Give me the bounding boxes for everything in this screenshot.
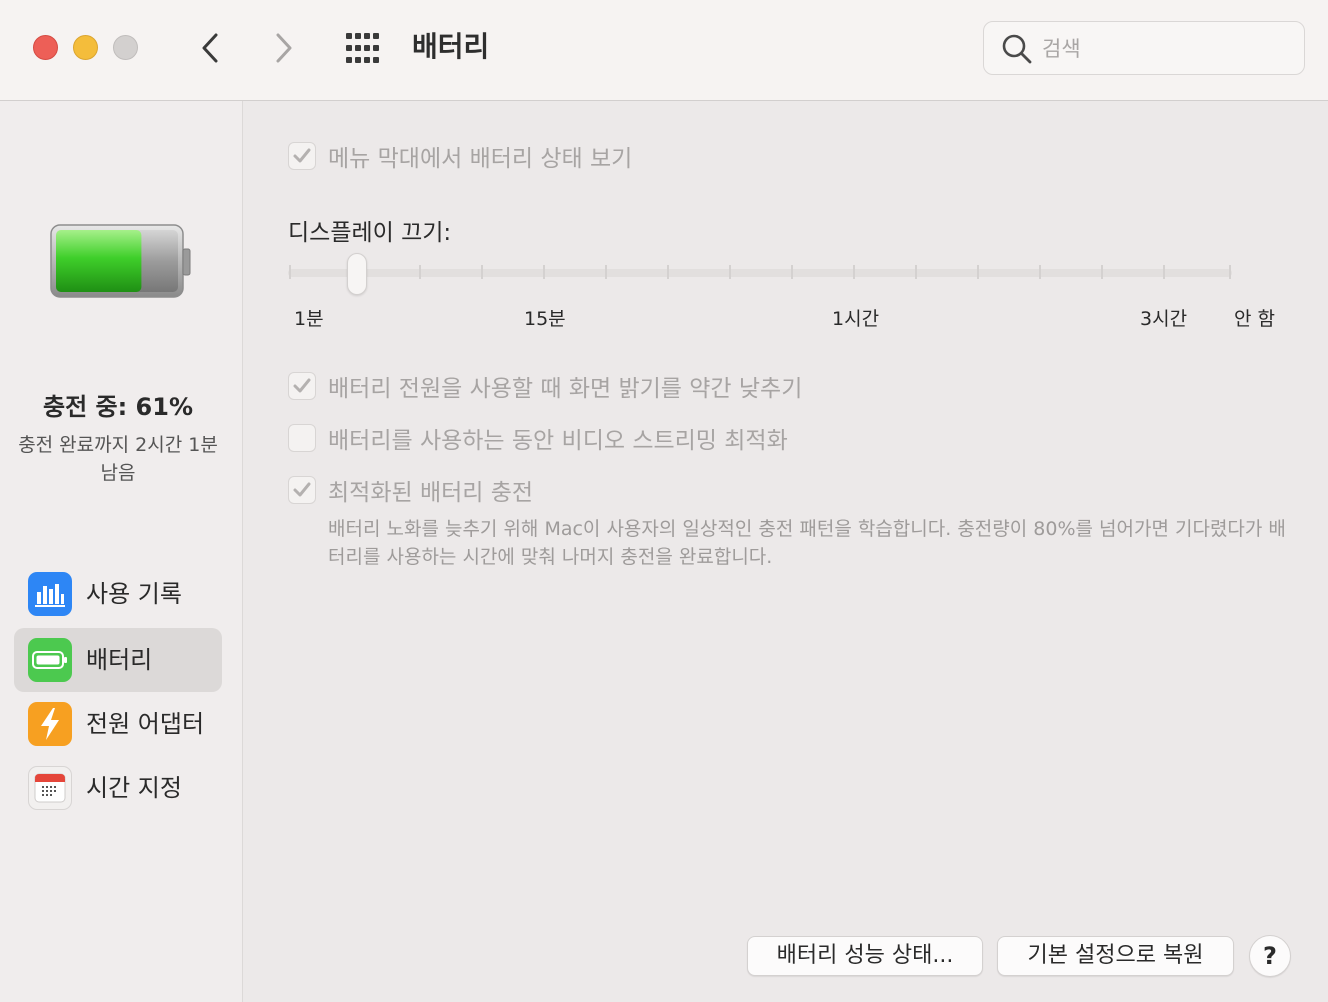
slider-tick bbox=[667, 265, 669, 279]
slider-tick bbox=[853, 265, 855, 279]
optimized-charging-option[interactable]: 최적화된 배터리 충전 bbox=[288, 474, 533, 506]
show-in-menu-bar-label: 메뉴 막대에서 배터리 상태 보기 bbox=[328, 146, 633, 172]
forward-button[interactable] bbox=[266, 28, 302, 68]
dim-display-label: 배터리 전원을 사용할 때 화면 밝기를 약간 낮추기 bbox=[328, 376, 803, 402]
battery-health-button[interactable]: 배터리 성능 상태... bbox=[747, 936, 983, 976]
charge-status: 충전 중: 61% bbox=[43, 393, 193, 421]
display-off-slider-track[interactable] bbox=[288, 269, 1232, 277]
lightning-bolt-icon bbox=[28, 702, 72, 746]
slider-tick bbox=[605, 265, 607, 279]
dim-display-checkbox[interactable] bbox=[288, 372, 316, 400]
sidebar-item-label: 시간 지정 bbox=[86, 774, 182, 802]
sidebar-item-label: 배터리 bbox=[86, 646, 153, 674]
slider-tick bbox=[289, 265, 291, 279]
sidebar-item-label: 사용 기록 bbox=[86, 580, 182, 608]
slider-tick bbox=[729, 265, 731, 279]
slider-label-15min: 15분 bbox=[524, 308, 566, 330]
calendar-icon bbox=[28, 766, 72, 810]
slider-tick bbox=[543, 265, 545, 279]
minimize-window-button[interactable] bbox=[73, 35, 98, 60]
show-all-button[interactable] bbox=[344, 30, 384, 66]
help-button[interactable]: ? bbox=[1249, 935, 1291, 977]
optimized-charging-label: 최적화된 배터리 충전 bbox=[328, 480, 534, 506]
optimized-charging-description: 배터리 노화를 늦추기 위해 Mac이 사용자의 일상적인 충전 패턴을 학습합… bbox=[328, 518, 1286, 568]
video-streaming-checkbox[interactable] bbox=[288, 424, 316, 452]
grid-icon bbox=[346, 33, 379, 63]
checkmark-icon bbox=[293, 378, 311, 393]
charge-time-remaining: 충전 완료까지 2시간 1분 남음 bbox=[18, 434, 218, 484]
restore-defaults-button[interactable]: 기본 설정으로 복원 bbox=[997, 936, 1234, 976]
back-button[interactable] bbox=[192, 28, 228, 68]
search-icon bbox=[1002, 34, 1032, 64]
sidebar-item-schedule[interactable]: 시간 지정 bbox=[14, 756, 222, 820]
slider-tick bbox=[1101, 265, 1103, 279]
slider-label-1min: 1분 bbox=[294, 308, 324, 330]
show-in-menu-bar-option[interactable]: 메뉴 막대에서 배터리 상태 보기 bbox=[288, 140, 632, 172]
show-in-menu-bar-checkbox[interactable] bbox=[288, 142, 316, 170]
slider-tick bbox=[791, 265, 793, 279]
slider-label-3hours: 3시간 bbox=[1140, 308, 1188, 330]
dim-display-option[interactable]: 배터리 전원을 사용할 때 화면 밝기를 약간 낮추기 bbox=[288, 370, 802, 402]
slider-tick bbox=[1163, 265, 1165, 279]
checkmark-icon bbox=[293, 482, 311, 497]
chevron-right-icon bbox=[276, 33, 292, 63]
chevron-left-icon bbox=[202, 33, 218, 63]
display-off-title: 디스플레이 끄기: bbox=[288, 220, 452, 246]
battery-settings-pane: 메뉴 막대에서 배터리 상태 보기 디스플레이 끄기: 1분 15분 1시간 3… bbox=[244, 101, 1328, 1002]
close-window-button[interactable] bbox=[33, 35, 58, 60]
sidebar: 충전 중: 61% 충전 완료까지 2시간 1분 남음 사용 기록 배터리 전원… bbox=[0, 101, 243, 1002]
checkmark-icon bbox=[293, 148, 311, 163]
slider-tick bbox=[915, 265, 917, 279]
slider-tick bbox=[977, 265, 979, 279]
slider-tick bbox=[419, 265, 421, 279]
search-input[interactable] bbox=[1042, 32, 1292, 66]
video-streaming-option[interactable]: 배터리를 사용하는 동안 비디오 스트리밍 최적화 bbox=[288, 422, 788, 454]
slider-label-1hour: 1시간 bbox=[832, 308, 880, 330]
optimized-charging-checkbox[interactable] bbox=[288, 476, 316, 504]
video-streaming-label: 배터리를 사용하는 동안 비디오 스트리밍 최적화 bbox=[328, 428, 788, 454]
search-field[interactable] bbox=[983, 21, 1305, 75]
sidebar-item-label: 전원 어댑터 bbox=[86, 710, 205, 738]
slider-tick bbox=[1229, 265, 1231, 279]
battery-level-icon bbox=[50, 224, 191, 298]
display-off-slider-knob[interactable] bbox=[347, 253, 367, 295]
window-title: 배터리 bbox=[412, 30, 490, 63]
slider-tick bbox=[1039, 265, 1041, 279]
sidebar-item-battery[interactable]: 배터리 bbox=[14, 628, 222, 692]
sidebar-item-usage-history[interactable]: 사용 기록 bbox=[14, 562, 222, 626]
battery-icon bbox=[28, 638, 72, 682]
slider-label-never: 안 함 bbox=[1234, 308, 1275, 330]
sidebar-item-power-adapter[interactable]: 전원 어댑터 bbox=[14, 692, 222, 756]
zoom-window-button[interactable] bbox=[113, 35, 138, 60]
chart-bars-icon bbox=[28, 572, 72, 616]
slider-tick bbox=[481, 265, 483, 279]
title-bar: 배터리 bbox=[0, 0, 1328, 101]
